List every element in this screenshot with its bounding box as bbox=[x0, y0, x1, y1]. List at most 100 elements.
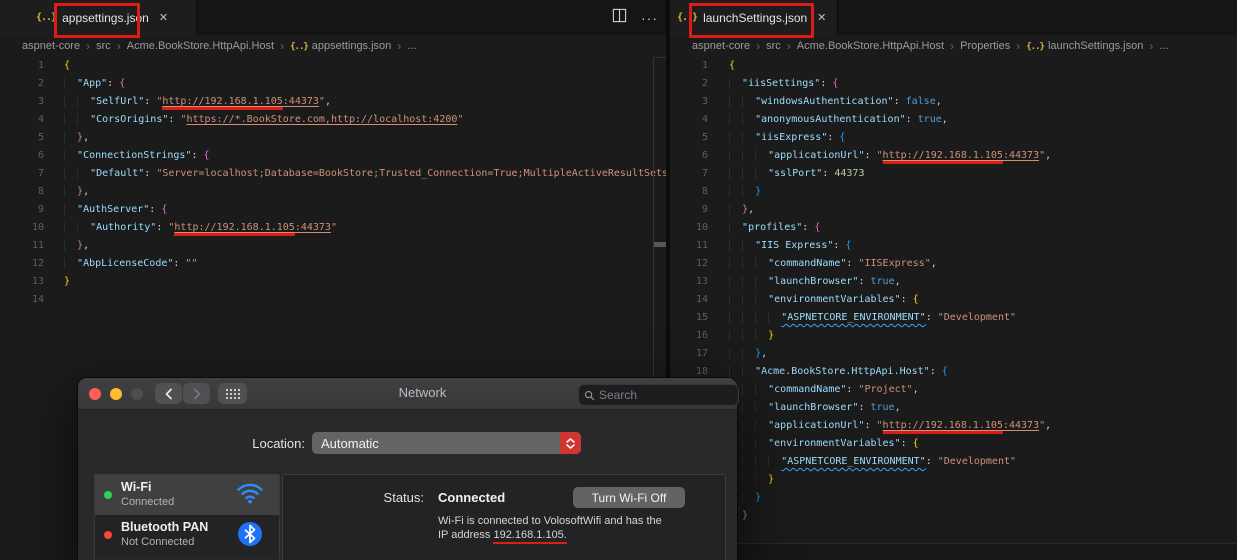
code-line[interactable]: 11 "IIS Express": { bbox=[670, 237, 1237, 255]
code-line[interactable]: 26 } bbox=[670, 507, 1237, 525]
code-line[interactable]: 16 } bbox=[670, 327, 1237, 345]
code-line[interactable]: 23 "ASPNETCORE_ENVIRONMENT": "Developmen… bbox=[670, 453, 1237, 471]
breadcrumb-item[interactable]: ... bbox=[407, 40, 416, 52]
minimize-traffic-light[interactable] bbox=[110, 388, 122, 400]
code-text: "Default": "Server=localhost;Database=Bo… bbox=[64, 165, 666, 183]
line-number: 6 bbox=[37, 150, 44, 161]
back-button[interactable] bbox=[155, 383, 182, 404]
location-dropdown[interactable]: Automatic bbox=[312, 432, 581, 454]
breadcrumb-item[interactable]: aspnet-core bbox=[692, 40, 750, 52]
breadcrumb-item[interactable]: Acme.BookStore.HttpApi.Host bbox=[127, 40, 274, 52]
breadcrumb-item[interactable]: Properties bbox=[960, 40, 1010, 52]
code-line[interactable]: 22 "environmentVariables": { bbox=[670, 435, 1237, 453]
code-text: "applicationUrl": "http://192.168.1.105:… bbox=[729, 147, 1051, 165]
code-line[interactable]: 7 "Default": "Server=localhost;Database=… bbox=[0, 165, 666, 183]
titlebar[interactable]: Network Search bbox=[78, 378, 739, 410]
code-line[interactable]: 14 "environmentVariables": { bbox=[670, 291, 1237, 309]
code-line[interactable]: 13} bbox=[0, 273, 666, 291]
line-number: 3 bbox=[37, 96, 44, 107]
code-line[interactable]: 10 "profiles": { bbox=[670, 219, 1237, 237]
ip-address: 192.168.1.105. bbox=[493, 528, 567, 544]
code-line[interactable]: 7 "sslPort": 44373 bbox=[670, 165, 1237, 183]
line-number: 11 bbox=[31, 240, 44, 251]
code-line[interactable]: 4 "anonymousAuthentication": true, bbox=[670, 111, 1237, 129]
search-input[interactable]: Search bbox=[578, 384, 739, 406]
editor-code-area-right[interactable]: 1{2 "iisSettings": {3 "windowsAuthentica… bbox=[670, 57, 1237, 560]
code-text: "environmentVariables": { bbox=[729, 291, 919, 309]
code-line[interactable]: 13 "launchBrowser": true, bbox=[670, 273, 1237, 291]
line-number: 5 bbox=[37, 132, 44, 143]
json-file-icon: {..} bbox=[1026, 42, 1045, 52]
breadcrumb-separator: › bbox=[397, 39, 402, 53]
code-line[interactable]: 1{ bbox=[670, 57, 1237, 75]
line-number: 7 bbox=[37, 168, 44, 179]
code-text: }, bbox=[64, 183, 89, 201]
breadcrumb-right: aspnet-core › src › Acme.BookStore.HttpApi.H… bbox=[670, 35, 1237, 57]
line-number: 17 bbox=[695, 348, 708, 359]
service-status: Not Connected bbox=[121, 536, 195, 548]
code-line[interactable]: 10 "Authority": "http://192.168.1.105:44… bbox=[0, 219, 666, 237]
code-line[interactable]: 8 } bbox=[670, 183, 1237, 201]
turn-wifi-off-button[interactable]: Turn Wi-Fi Off bbox=[573, 487, 685, 508]
code-line[interactable]: 2 "App": { bbox=[0, 75, 666, 93]
breadcrumb-item[interactable]: src bbox=[766, 40, 781, 52]
code-line[interactable]: 8 }, bbox=[0, 183, 666, 201]
more-actions-icon[interactable]: ··· bbox=[641, 10, 658, 26]
code-line[interactable]: 15 "ASPNETCORE_ENVIRONMENT": "Developmen… bbox=[670, 309, 1237, 327]
code-line[interactable]: 21 "applicationUrl": "http://192.168.1.1… bbox=[670, 417, 1237, 435]
code-line[interactable]: 19 "commandName": "Project", bbox=[670, 381, 1237, 399]
code-line[interactable]: 12 "AbpLicenseCode": "" bbox=[0, 255, 666, 273]
code-text: "SelfUrl": "http://192.168.1.105:44373", bbox=[64, 93, 331, 111]
code-line[interactable]: 9 "AuthServer": { bbox=[0, 201, 666, 219]
breadcrumb-item[interactable]: {..} launchSettings.json bbox=[1026, 40, 1143, 52]
code-line[interactable]: 6 "applicationUrl": "http://192.168.1.10… bbox=[670, 147, 1237, 165]
zoom-traffic-light[interactable] bbox=[131, 388, 143, 400]
service-name: Bluetooth PAN bbox=[121, 520, 209, 534]
breadcrumb-separator: › bbox=[1149, 39, 1154, 53]
code-line[interactable]: 14 bbox=[0, 291, 666, 309]
line-number: 9 bbox=[37, 204, 44, 215]
forward-button[interactable] bbox=[183, 383, 210, 404]
code-line[interactable]: 18 "Acme.BookStore.HttpApi.Host": { bbox=[670, 363, 1237, 381]
line-number: 4 bbox=[37, 114, 44, 125]
code-line[interactable]: 5 }, bbox=[0, 129, 666, 147]
code-text: } bbox=[729, 183, 761, 201]
code-line[interactable]: 24 } bbox=[670, 471, 1237, 489]
wifi-icon bbox=[235, 480, 265, 507]
split-editor-icon[interactable] bbox=[612, 8, 627, 28]
code-line[interactable]: 1{ bbox=[0, 57, 666, 75]
breadcrumb-item[interactable]: aspnet-core bbox=[22, 40, 80, 52]
code-line[interactable]: 5 "iisExpress": { bbox=[670, 129, 1237, 147]
code-line[interactable]: 20 "launchBrowser": true, bbox=[670, 399, 1237, 417]
breadcrumb-item[interactable]: {..} appsettings.json bbox=[290, 40, 391, 52]
code-line[interactable]: 17 }, bbox=[670, 345, 1237, 363]
close-traffic-light[interactable] bbox=[89, 388, 101, 400]
breadcrumb-left: aspnet-core › src › Acme.BookStore.HttpApi.H… bbox=[0, 35, 666, 57]
code-line[interactable]: 12 "commandName": "IISExpress", bbox=[670, 255, 1237, 273]
service-row-bluetooth[interactable]: Bluetooth PAN Not Connected bbox=[95, 515, 279, 555]
breadcrumb-item[interactable]: ... bbox=[1159, 40, 1168, 52]
line-number: 3 bbox=[701, 96, 708, 107]
breadcrumb-item[interactable]: src bbox=[96, 40, 111, 52]
code-line[interactable]: 4 "CorsOrigins": "https://*.BookStore.co… bbox=[0, 111, 666, 129]
breadcrumb-separator: › bbox=[786, 39, 791, 53]
editor-pane-right: {..} launchSettings.json ✕ aspnet-core › s… bbox=[670, 0, 1237, 560]
code-line[interactable]: 6 "ConnectionStrings": { bbox=[0, 147, 666, 165]
code-text: } bbox=[64, 276, 71, 287]
code-line[interactable]: 3 "windowsAuthentication": false, bbox=[670, 93, 1237, 111]
code-line[interactable]: 25 } bbox=[670, 489, 1237, 507]
close-icon[interactable]: ✕ bbox=[159, 11, 168, 24]
close-icon[interactable]: ✕ bbox=[817, 11, 826, 24]
line-number: 10 bbox=[695, 222, 708, 233]
service-row-wifi[interactable]: Wi-Fi Connected bbox=[95, 475, 279, 515]
annotation-box-appsettings bbox=[54, 3, 140, 38]
show-all-grid-icon[interactable] bbox=[218, 383, 247, 404]
code-text: "iisSettings": { bbox=[729, 75, 838, 93]
breadcrumb-separator: › bbox=[116, 39, 121, 53]
code-line[interactable]: 3 "SelfUrl": "http://192.168.1.105:44373… bbox=[0, 93, 666, 111]
code-line[interactable]: 9 }, bbox=[670, 201, 1237, 219]
breadcrumb-item[interactable]: Acme.BookStore.HttpApi.Host bbox=[797, 40, 944, 52]
code-line[interactable]: 11 }, bbox=[0, 237, 666, 255]
code-line[interactable]: 2 "iisSettings": { bbox=[670, 75, 1237, 93]
line-number: 8 bbox=[37, 186, 44, 197]
